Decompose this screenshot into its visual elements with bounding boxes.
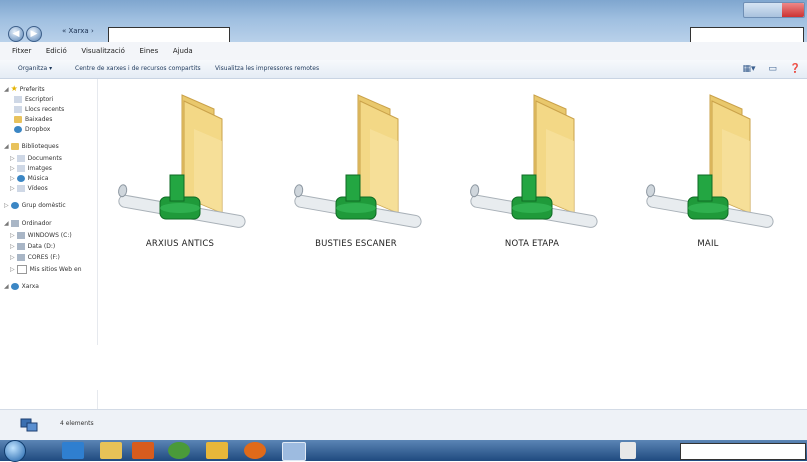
media-player-icon[interactable] bbox=[132, 442, 154, 459]
network-share-folder-icon bbox=[470, 94, 598, 228]
menu-bar: Fitxer Edició Visualització Eines Ajuda bbox=[0, 42, 807, 61]
recent-places-icon bbox=[14, 106, 22, 113]
view-remote-printers-button[interactable]: Visualitza les impressores remotes bbox=[215, 60, 319, 78]
share-label: NOTA ETAPA bbox=[504, 239, 560, 249]
share-item[interactable]: ARXIUS ANTICS bbox=[110, 89, 250, 259]
nav-drive-d[interactable]: ▷ Data (D:) bbox=[10, 243, 55, 250]
menu-file[interactable]: Fitxer bbox=[12, 42, 31, 60]
chrome-icon[interactable] bbox=[168, 442, 190, 459]
close-button[interactable] bbox=[782, 3, 804, 17]
search-box[interactable] bbox=[690, 27, 804, 43]
command-toolbar: Organitza ▾ Centre de xarxes i de recurs… bbox=[0, 60, 807, 79]
share-item[interactable]: MAIL bbox=[638, 89, 778, 259]
drive-icon bbox=[16, 243, 25, 250]
drive-icon bbox=[16, 254, 25, 261]
window-controls[interactable] bbox=[743, 2, 805, 18]
network-share-folder-icon bbox=[118, 94, 246, 228]
share-label: ARXIUS ANTICS bbox=[145, 239, 215, 249]
nav-videos[interactable]: ▷ Vídeos bbox=[10, 185, 48, 192]
menu-view[interactable]: Visualització bbox=[81, 42, 125, 60]
nav-computer[interactable]: ◢ Ordinador bbox=[4, 220, 52, 227]
nav-documents[interactable]: ▷ Documents bbox=[10, 155, 62, 162]
address-bar[interactable] bbox=[108, 27, 230, 43]
network-center-button[interactable]: Centre de xarxes i de recursos compartit… bbox=[75, 60, 201, 78]
share-item[interactable]: NOTA ETAPA bbox=[462, 89, 602, 259]
nav-libraries[interactable]: ◢ Biblioteques bbox=[4, 143, 59, 150]
network-share-folder-icon bbox=[646, 94, 774, 228]
pictures-icon bbox=[16, 165, 25, 172]
share-label: BUSTIES ESCANER bbox=[315, 239, 397, 249]
title-bar: ◀ ▶ « Xarxa › bbox=[0, 0, 807, 43]
nav-recent[interactable]: Llocs recents bbox=[14, 106, 64, 113]
menu-help[interactable]: Ajuda bbox=[173, 42, 193, 60]
preview-pane-icon[interactable]: ▭ bbox=[768, 64, 777, 74]
view-options-icon[interactable]: ▦▾ bbox=[742, 64, 755, 74]
nav-drive-f[interactable]: ▷ CORES (F:) bbox=[10, 254, 60, 261]
firefox-icon[interactable] bbox=[244, 442, 266, 459]
drive-icon bbox=[16, 232, 25, 239]
start-button[interactable] bbox=[4, 440, 26, 462]
status-bar: 4 elements bbox=[0, 409, 807, 441]
libraries-icon bbox=[10, 143, 19, 150]
nav-favorites[interactable]: ◢ ★ Preferits bbox=[4, 84, 45, 93]
forward-button[interactable]: ▶ bbox=[26, 26, 42, 42]
nav-homegroup[interactable]: ▷ Grup domèstic bbox=[4, 202, 66, 209]
internet-explorer-icon[interactable] bbox=[62, 442, 84, 459]
star-icon: ★ bbox=[10, 84, 18, 93]
tray-flag-icon[interactable] bbox=[620, 442, 636, 459]
mail-icon[interactable] bbox=[206, 442, 228, 459]
menu-edit[interactable]: Edició bbox=[46, 42, 67, 60]
view-options: ▦▾ ▭ ❓ bbox=[732, 64, 801, 74]
music-icon bbox=[16, 175, 25, 182]
system-tray[interactable] bbox=[680, 443, 806, 460]
back-button[interactable]: ◀ bbox=[8, 26, 24, 42]
nav-websites[interactable]: ▷ Mis sitios Web en bbox=[10, 265, 82, 274]
share-label: MAIL bbox=[697, 239, 719, 249]
address-breadcrumb[interactable]: « Xarxa › bbox=[62, 27, 94, 40]
organize-button[interactable]: Organitza ▾ bbox=[18, 60, 52, 78]
nav-music[interactable]: ▷ Música bbox=[10, 175, 48, 182]
nav-dropbox[interactable]: Dropbox bbox=[14, 126, 50, 133]
network-status-icon bbox=[20, 418, 38, 432]
nav-network[interactable]: ◢ Xarxa bbox=[4, 283, 39, 290]
desktop-icon bbox=[14, 96, 22, 103]
share-item[interactable]: BUSTIES ESCANER bbox=[286, 89, 426, 259]
computer-icon bbox=[10, 220, 19, 227]
menu-tools[interactable]: Eines bbox=[140, 42, 159, 60]
downloads-icon bbox=[14, 116, 22, 123]
network-share-folder-icon bbox=[294, 94, 422, 228]
taskbar bbox=[0, 440, 807, 462]
web-folder-icon bbox=[16, 265, 27, 274]
network-window-icon[interactable] bbox=[282, 442, 306, 461]
nav-drive-c[interactable]: ▷ WINDOWS (C:) bbox=[10, 232, 72, 239]
file-explorer-icon[interactable] bbox=[100, 442, 122, 459]
dropbox-icon bbox=[14, 126, 22, 133]
documents-icon bbox=[16, 155, 25, 162]
content-area: ARXIUS ANTICS BUSTIES ESCANER NOTA ETAPA bbox=[98, 79, 807, 409]
videos-icon bbox=[16, 185, 25, 192]
nav-downloads[interactable]: Baixades bbox=[14, 116, 52, 123]
nav-desktop[interactable]: Escriptori bbox=[14, 96, 53, 103]
help-icon[interactable]: ❓ bbox=[790, 64, 801, 74]
homegroup-icon bbox=[10, 202, 19, 209]
nav-pictures[interactable]: ▷ Imatges bbox=[10, 165, 52, 172]
network-icon bbox=[10, 283, 19, 290]
item-count: 4 elements bbox=[60, 420, 94, 427]
